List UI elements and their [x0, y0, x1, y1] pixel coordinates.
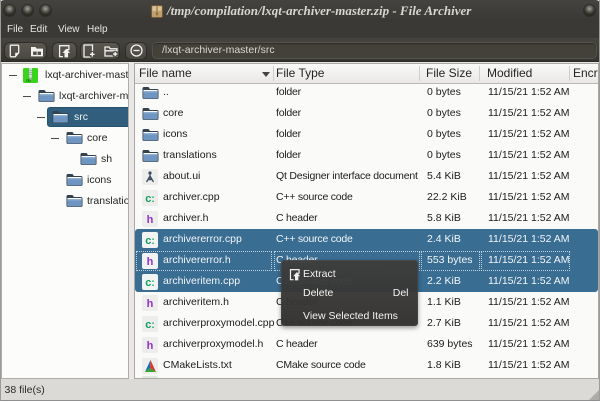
svg-text:zip: zip: [26, 78, 31, 82]
